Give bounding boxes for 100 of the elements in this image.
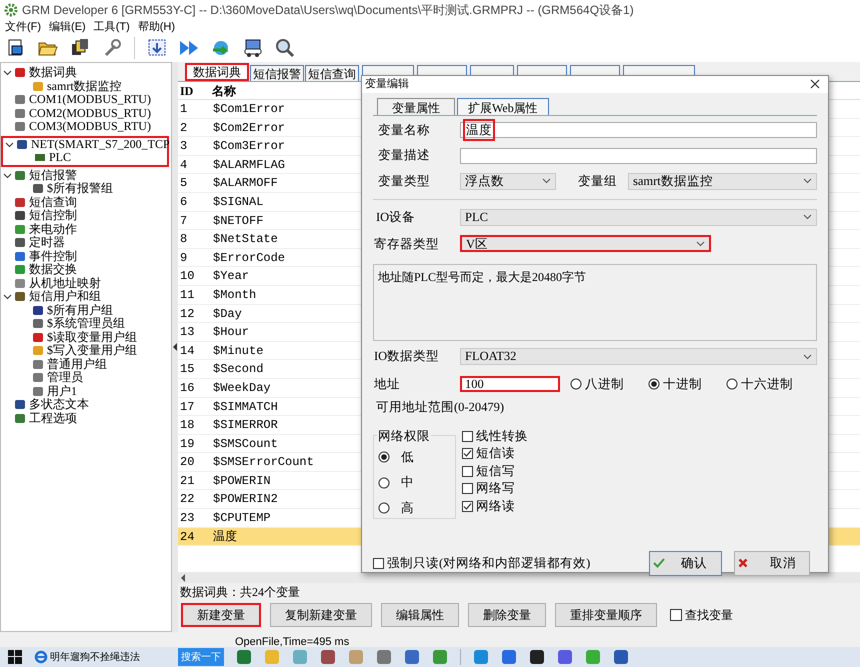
checkbox-label[interactable]: 查找变量 [685,606,733,624]
checkbox[interactable] [462,430,473,442]
tree-item[interactable]: COM1(MODBUS_RTU) [29,93,151,106]
checkbox-label[interactable]: 短信读 [476,444,515,464]
tree-item[interactable]: PLC [49,151,72,164]
table-cell-text: 13 [179,324,196,342]
checkbox-label[interactable]: 线性转换 [476,426,528,446]
radio-button[interactable] [648,378,660,390]
tree-item[interactable]: 短信用户和组 [29,290,101,304]
checkbox[interactable] [462,500,473,512]
tree-item[interactable]: 定时器 [29,236,65,250]
radio-label[interactable]: 十六进制 [741,375,793,394]
wrench-icon[interactable] [102,38,122,58]
expand-chevron-icon[interactable] [5,140,14,149]
tree-item[interactable]: 数据交换 [29,263,77,276]
radio-label[interactable]: 八进制 [585,375,624,394]
radio-label[interactable]: 低 [401,448,414,466]
table-cell-text: 17 [179,398,196,416]
column-header[interactable]: ID [178,82,210,100]
search-text[interactable]: 明年遛狗不拴绳违法 [50,650,176,664]
text-field[interactable]: 温度 [460,122,817,138]
radio-button[interactable] [726,378,738,390]
tab[interactable]: 变量属性 [377,98,455,114]
tree-item[interactable]: 工程选项 [29,412,77,425]
tab[interactable]: 数据词典 [185,63,249,81]
menu-item[interactable]: 帮助(H) [138,20,176,34]
checkbox[interactable] [373,558,384,568]
radio-button[interactable] [378,502,390,514]
tree-item[interactable]: 从机地址映射 [29,276,101,290]
action-button[interactable]: 重排变量顺序 [555,603,657,627]
ok-button[interactable]: 确认 [649,550,722,576]
radio-label[interactable]: 中 [401,473,414,492]
fast-forward-icon[interactable] [179,38,199,58]
radio-button[interactable] [378,476,390,489]
copy-pages-icon[interactable] [70,38,90,58]
search-button[interactable]: 搜索一下 [178,648,224,666]
checkbox[interactable] [670,609,682,621]
checkbox-label[interactable]: 网络写 [476,479,515,498]
tab[interactable]: 短信查询 [305,65,359,81]
menu-item[interactable]: 文件(F) [5,20,42,34]
table-cell-text: $ALARMOFF [212,175,278,192]
cancel-button[interactable]: 取消 [734,550,810,576]
scroll-left-icon[interactable] [181,574,186,582]
grid-download-icon[interactable] [147,38,167,58]
text-field[interactable] [460,148,817,164]
tree-item[interactable]: 事件控制 [29,250,77,263]
tree-item[interactable]: $读取变量用户组 [47,330,137,344]
close-icon[interactable] [810,79,820,90]
search-icon[interactable] [275,38,295,58]
action-button[interactable]: 删除变量 [468,603,546,627]
checkbox[interactable] [462,448,473,460]
dropdown[interactable]: 浮点数 [460,172,556,190]
radio-button[interactable] [570,378,582,390]
tab[interactable]: 短信报警 [250,65,304,81]
tree-item[interactable]: $写入变量用户组 [47,344,137,358]
browser-icon[interactable] [34,650,48,664]
field-label: 变量组 [577,173,618,190]
tree-item[interactable]: 多状态文本 [29,398,89,412]
checkbox[interactable] [462,466,473,477]
tree-item[interactable]: 普通用户组 [47,358,107,371]
radio-label[interactable]: 高 [401,499,414,518]
tree-item[interactable]: 数据词典 [29,66,77,80]
checkbox[interactable] [462,483,473,494]
tree-item[interactable]: 短信查询 [29,196,77,209]
dropdown[interactable]: samrt数据监控 [628,172,817,190]
tree-item[interactable]: COM2(MODBUS_RTU) [29,106,151,120]
field-label: 变量类型 [377,173,431,190]
tree-item[interactable]: 管理员 [47,371,83,384]
checkbox-label[interactable]: 网络读 [476,496,515,516]
collapse-arrow-icon[interactable] [172,343,178,351]
radio-label[interactable]: 十进制 [663,375,702,394]
window-car-icon[interactable] [243,38,263,58]
tab[interactable]: 扩展Web属性 [457,98,549,114]
action-button[interactable]: 新建变量 [181,603,261,627]
tree-item[interactable]: $所有用户组 [47,304,113,317]
tree-item[interactable]: 用户1 [47,384,77,398]
tree-item[interactable]: $所有报警组 [47,182,113,196]
action-button[interactable]: 复制新建变量 [270,603,372,627]
node-icon [32,345,44,356]
action-button[interactable]: 编辑属性 [381,603,459,627]
dropdown[interactable]: V区 [460,235,711,252]
menu-item[interactable]: 编辑(E) [49,20,86,34]
text-field[interactable]: 100 [460,376,560,392]
tree-item[interactable]: $系统管理员组 [47,317,125,330]
dropdown[interactable]: PLC [460,208,817,226]
dropdown[interactable]: FLOAT32 [460,348,817,366]
tree-item[interactable]: 短信控制 [29,209,77,222]
radio-button[interactable] [378,450,390,463]
tree-item[interactable]: samrt数据监控 [47,80,122,93]
expand-chevron-icon[interactable] [3,170,12,180]
windows-start-icon[interactable] [8,650,22,664]
tree-item[interactable]: COM3(MODBUS_RTU) [29,120,151,134]
menu-item[interactable]: 工具(T) [94,20,130,34]
tree-item[interactable]: 来电动作 [29,222,77,236]
tree-item[interactable]: 短信报警 [29,168,77,182]
expand-chevron-icon[interactable] [3,292,12,302]
app-icon[interactable] [529,649,545,665]
checkbox-label[interactable]: 强制只读(对网络和内部逻辑都有效) [387,554,590,572]
expand-chevron-icon[interactable] [3,68,12,78]
checkbox-label[interactable]: 短信写 [476,462,515,481]
